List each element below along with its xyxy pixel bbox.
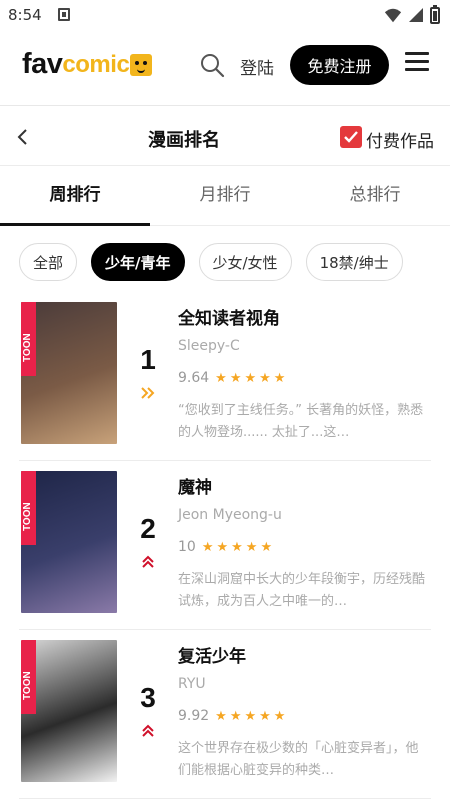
paid-works-label[interactable]: 付费作品 [366,127,434,152]
comic-author: RYU [178,676,206,692]
signal-icon [409,8,423,22]
comic-author: Jeon Myeong-u [178,507,282,523]
toon-badge: TOON [21,640,36,714]
cover-tag-text: TOON [22,671,33,700]
comic-description: 在深山洞窟中长大的少年段衡宇，历经残酷试炼，成为百人之中唯一的… [178,572,426,609]
rating-score: 10 [178,539,196,555]
chip-adult[interactable]: 18禁/绅士 [305,243,403,281]
comic-rating: 10 ★★★★★ [178,539,275,555]
status-icons [384,4,440,24]
battery-icon [430,4,440,24]
app-header: fav comic 登陆 免费注册 [0,32,450,106]
hamburger-menu-icon[interactable] [405,52,429,72]
category-filter: 全部 少年/青年 少女/女性 18禁/绅士 [19,243,403,281]
login-link[interactable]: 登陆 [240,54,274,79]
rating-score: 9.64 [178,370,210,386]
logo-mascot-icon [130,54,153,76]
page-title: 漫画排名 [148,130,220,151]
rating-score: 9.92 [178,708,210,724]
ranking-list: TOON 1 全知读者视角 Sleepy-C 9.64 ★★★★★ “您收到了主… [19,292,431,799]
rating-stars-icon: ★★★★★ [201,539,276,555]
rating-stars-icon: ★★★★★ [215,708,289,724]
ranking-item[interactable]: TOON 2 魔神 Jeon Myeong-u 10 ★★★★★ 在深山洞窟中长… [19,461,431,630]
rank-number: 2 [140,513,156,544]
status-time: 8:54 [8,6,42,24]
comic-rating: 9.92 ★★★★★ [178,708,288,724]
wifi-icon [384,8,402,23]
checkmark-icon [344,131,358,143]
notification-icon [58,8,70,21]
comic-title[interactable]: 全知读者视角 [178,304,280,329]
trend-up-icon [142,555,154,568]
comic-title[interactable]: 魔神 [178,473,212,498]
comic-description: 这个世界存在极少数的「心脏变异者」，他们能根据心脏变异的种类… [178,741,419,778]
toon-badge: TOON [21,302,36,376]
toon-badge: TOON [21,471,36,545]
comic-cover[interactable]: TOON [21,640,117,782]
comic-title[interactable]: 复活少年 [178,642,246,667]
signup-button[interactable]: 免费注册 [290,45,389,85]
comic-description: “您收到了主线任务。” 长著角的妖怪，熟悉的人物登场...... 太扯了...这… [178,403,424,440]
comic-cover[interactable]: TOON [21,471,117,613]
cover-tag-text: TOON [22,502,33,531]
comic-author: Sleepy-C [178,338,240,354]
comic-cover[interactable]: TOON [21,302,117,444]
trend-double-right-icon [141,387,155,399]
rank-number: 1 [140,344,156,375]
paid-works-checkbox[interactable] [340,126,362,148]
logo-fav-text: fav [22,48,63,80]
chip-shonen-seinen[interactable]: 少年/青年 [91,243,185,281]
favcomic-logo[interactable]: fav comic [22,48,153,80]
cover-tag-text: TOON [22,333,33,362]
search-icon[interactable] [199,52,225,78]
ranking-item[interactable]: TOON 3 复活少年 RYU 9.92 ★★★★★ 这个世界存在极少数的「心脏… [19,630,431,799]
rank-number: 3 [140,682,156,713]
logo-comic-text: comic [62,51,130,78]
rating-stars-icon: ★★★★★ [215,370,289,386]
ranking-subheader: 漫画排名 付费作品 [0,106,450,166]
period-tabs: 周排行 月排行 总排行 [0,166,450,226]
chip-all[interactable]: 全部 [19,243,78,281]
tab-weekly[interactable]: 周排行 [0,166,150,226]
ranking-item[interactable]: TOON 1 全知读者视角 Sleepy-C 9.64 ★★★★★ “您收到了主… [19,292,431,461]
tab-monthly[interactable]: 月排行 [150,166,300,225]
status-bar: 8:54 [0,0,450,32]
comic-rating: 9.64 ★★★★★ [178,370,288,386]
tab-overall[interactable]: 总排行 [300,166,450,225]
trend-up-icon [142,724,154,737]
chip-shoujo-josei[interactable]: 少女/女性 [198,243,292,281]
